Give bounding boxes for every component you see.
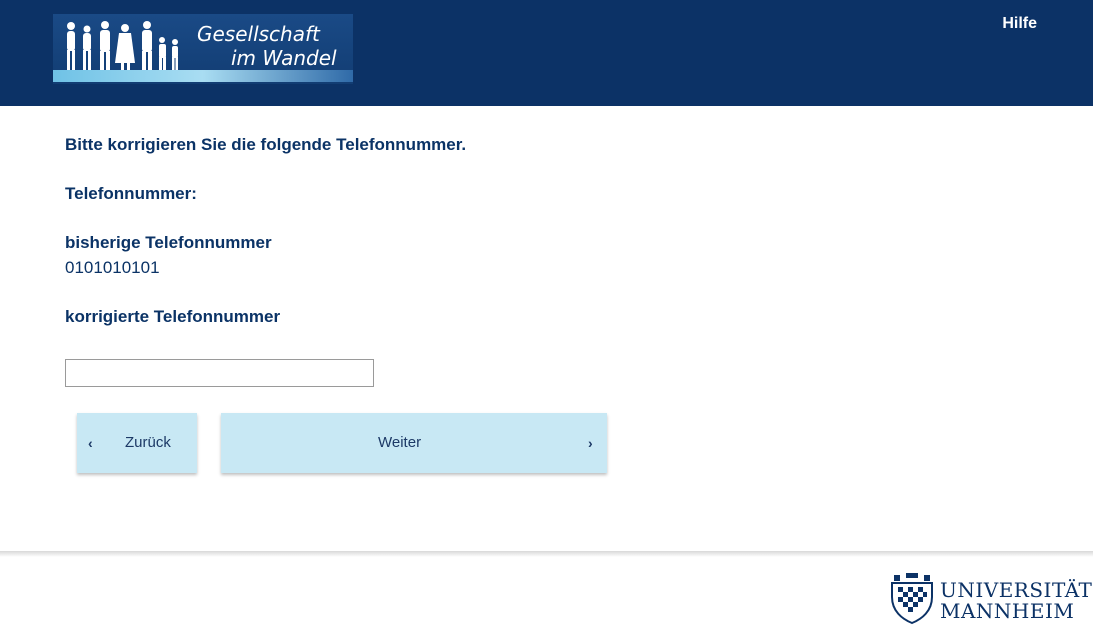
logo-title-line1: Gesellschaft: [197, 22, 320, 46]
header-bar: Gesellschaft im Wandel Hilfe: [0, 0, 1093, 106]
corrected-phone-label: korrigierte Telefonnummer: [65, 307, 281, 326]
phone-label: Telefonnummer:: [65, 184, 197, 203]
universitaet-mannheim-logo: UNIVERSITÄT MANNHEIM: [886, 571, 1092, 627]
logo-title-line2: im Wandel: [231, 46, 337, 70]
corrected-phone-input[interactable]: [65, 359, 374, 387]
previous-phone-label: bisherige Telefonnummer: [65, 233, 272, 252]
logo-title: Gesellschaft im Wandel: [197, 22, 337, 70]
gesellschaft-im-wandel-logo: Gesellschaft im Wandel: [53, 14, 353, 84]
university-name-line2: MANNHEIM: [940, 599, 1075, 623]
footer-divider: [0, 551, 1093, 557]
back-button-label: Zurück: [125, 434, 171, 451]
question-instruction: Bitte korrigieren Sie die folgende Telef…: [65, 135, 467, 154]
next-button-label: Weiter: [378, 434, 422, 451]
university-name: UNIVERSITÄT MANNHEIM: [940, 580, 1092, 622]
mannheim-crest-icon: [891, 573, 933, 625]
logo-band: [53, 70, 353, 82]
back-button[interactable]: ‹ Zurück: [77, 413, 197, 473]
help-link[interactable]: Hilfe: [1002, 15, 1037, 33]
chevron-left-icon: ‹: [88, 435, 93, 451]
next-button[interactable]: Weiter ›: [221, 413, 607, 473]
chevron-right-icon: ›: [588, 435, 593, 451]
previous-phone-value: 0101010101: [65, 258, 160, 277]
